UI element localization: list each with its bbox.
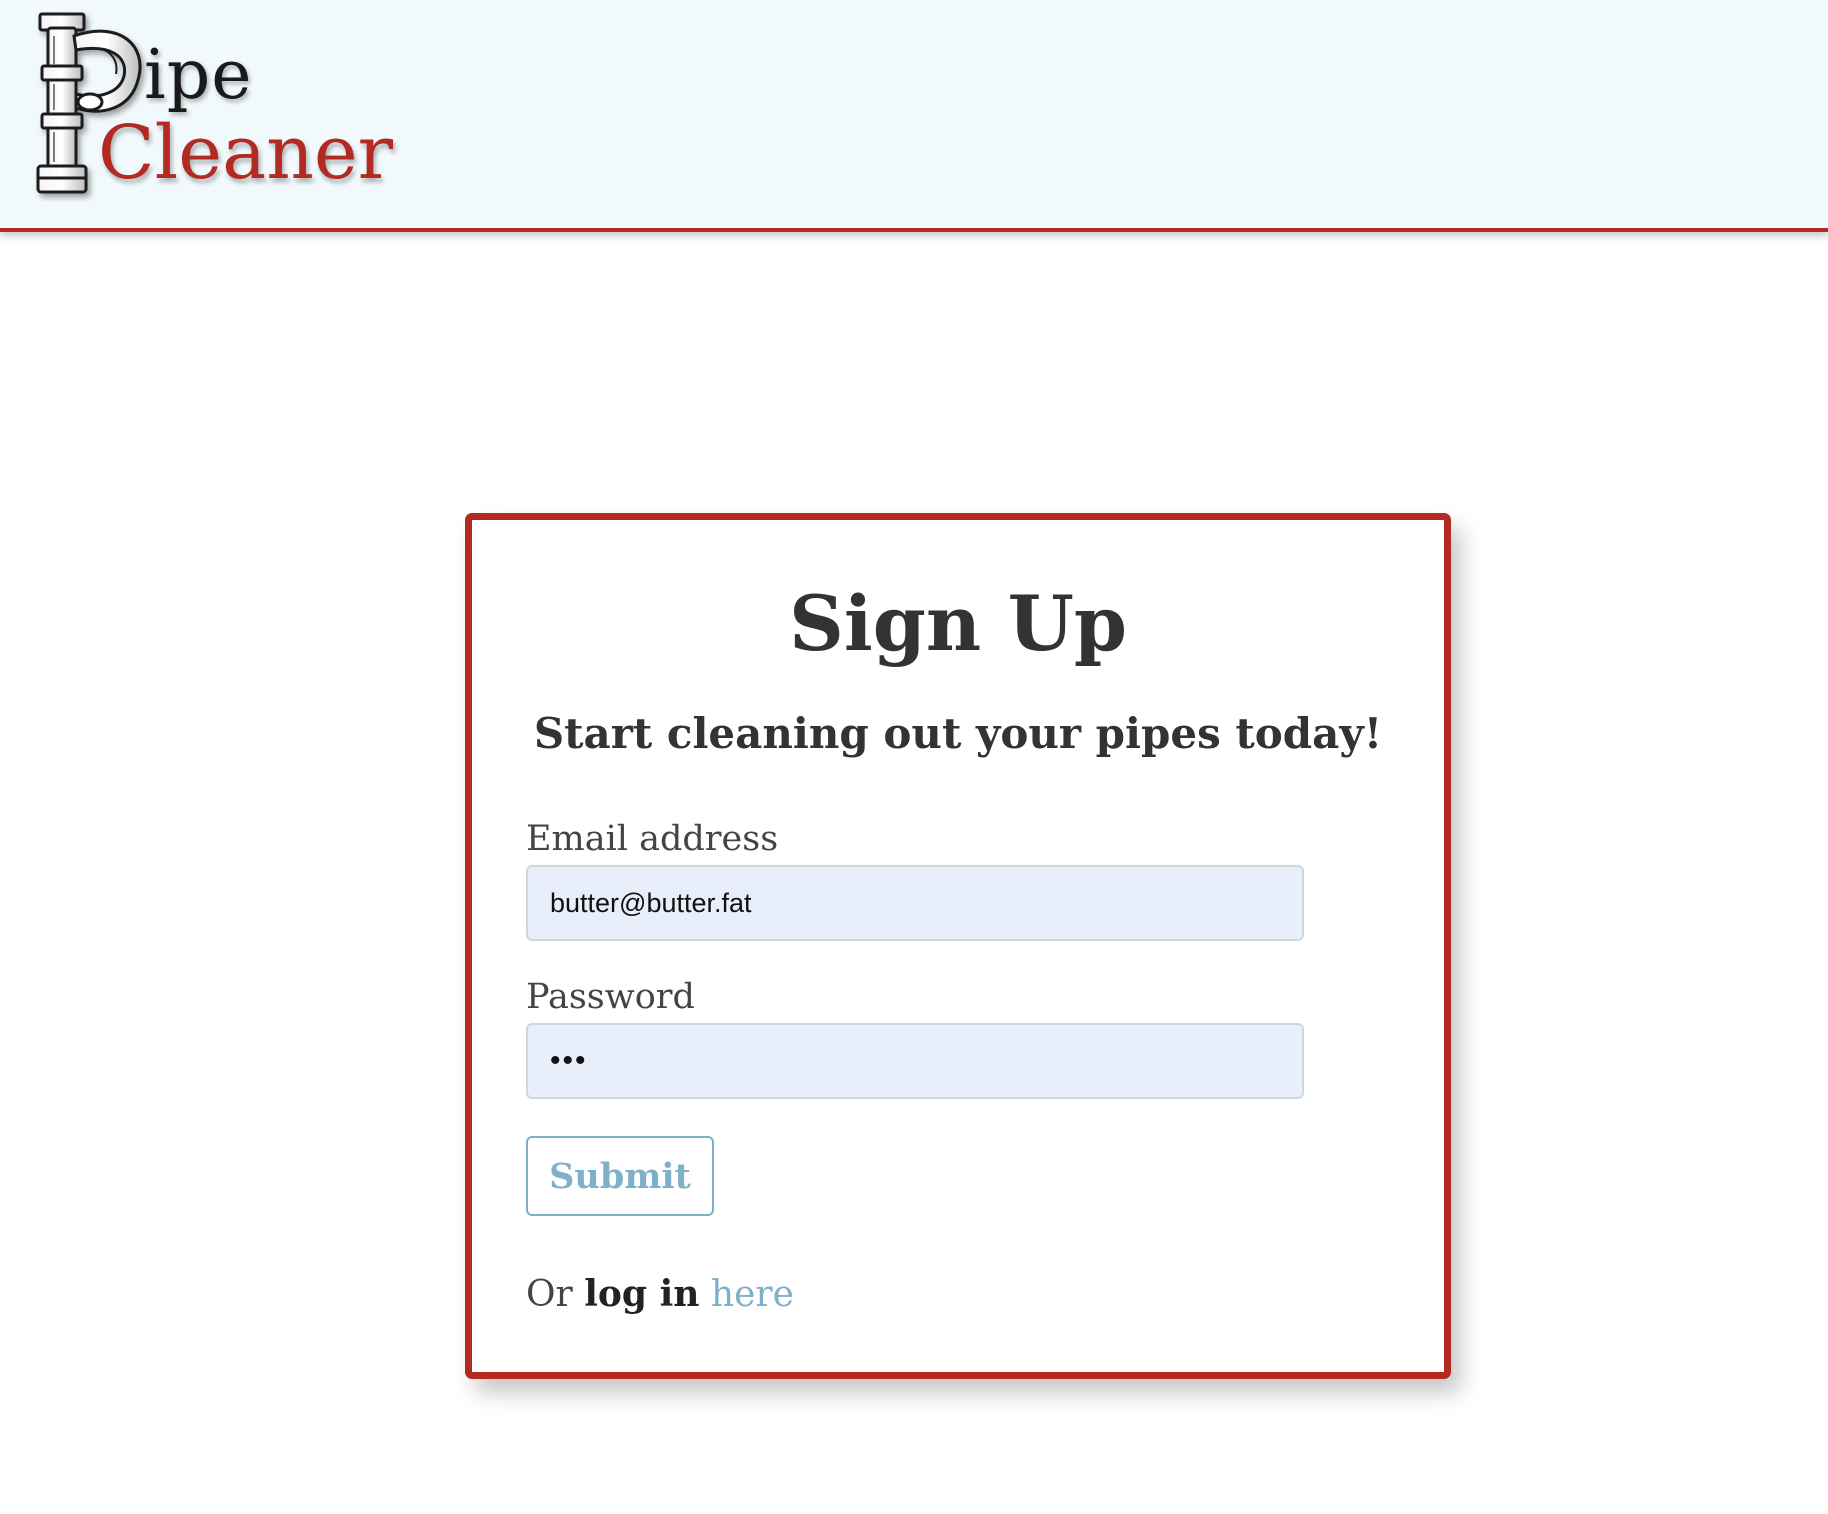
password-label: Password [526, 977, 695, 1017]
email-field[interactable] [526, 865, 1304, 941]
site-logo[interactable]: ipe Cleaner [26, 6, 393, 206]
login-prompt-prefix: Or [526, 1274, 573, 1315]
login-link[interactable]: here [711, 1274, 794, 1315]
logo-text-ipe: ipe [144, 36, 253, 115]
submit-button[interactable]: Submit [526, 1136, 714, 1216]
logo-text-cleaner: Cleaner [98, 110, 394, 196]
login-prompt: Or log in here [526, 1270, 794, 1319]
site-header: ipe Cleaner [0, 0, 1828, 232]
signup-card: Sign Up Start cleaning out your pipes to… [465, 513, 1451, 1379]
password-field[interactable] [526, 1023, 1304, 1099]
email-label: Email address [526, 819, 779, 859]
login-prompt-bold: log in [584, 1273, 700, 1315]
page-subtitle: Start cleaning out your pipes today! [533, 709, 1383, 758]
page-title: Sign Up [788, 579, 1128, 668]
